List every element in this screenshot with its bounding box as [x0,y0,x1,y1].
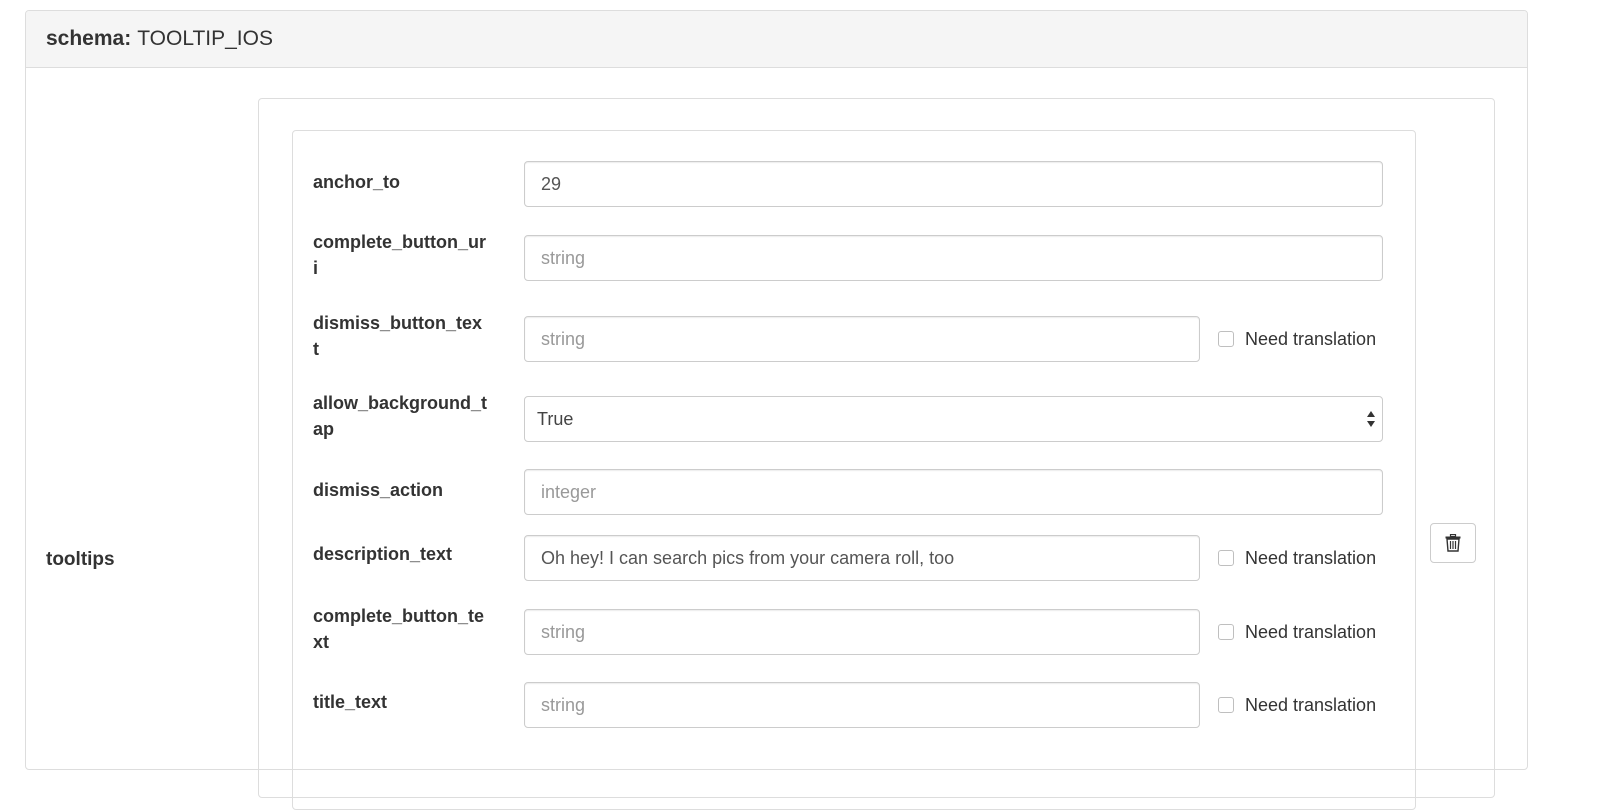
schema-panel: schema: TOOLTIP_IOS tooltips anchor_to c… [25,10,1528,810]
complete-button-text-input[interactable] [524,609,1200,655]
need-translation-toggle[interactable]: Need translation [1218,609,1376,655]
need-translation-checkbox[interactable] [1218,697,1234,713]
need-translation-toggle[interactable]: Need translation [1218,535,1376,581]
trash-icon [1445,534,1461,552]
need-translation-checkbox[interactable] [1218,624,1234,640]
tooltip-item: anchor_to complete_button_uri dismiss_bu… [292,130,1416,810]
schema-value: TOOLTIP_IOS [137,27,273,50]
field-label: description_text [313,544,453,564]
need-translation-label: Need translation [1245,547,1377,568]
need-translation-toggle[interactable]: Need translation [1218,682,1376,728]
select-value: True [537,408,574,429]
schema-key: schema: [46,27,132,50]
field-label: anchor_to [313,172,401,192]
field-label: dismiss_button_text [313,313,483,359]
need-translation-checkbox[interactable] [1218,331,1234,347]
field-label: complete_button_uri [313,232,487,278]
field-label: dismiss_action [313,480,444,500]
dismiss-button-text-input[interactable] [524,316,1200,362]
section-label-tooltips: tooltips [46,549,115,570]
need-translation-checkbox[interactable] [1218,550,1234,566]
dismiss-action-input[interactable] [524,469,1383,515]
description-text-input[interactable] [524,535,1200,581]
field-label: allow_background_tap [313,393,488,439]
anchor-to-input[interactable] [524,161,1383,207]
allow-background-tap-select[interactable]: True [524,396,1383,442]
select-arrows-icon [1367,411,1375,427]
field-label: complete_button_text [313,606,485,652]
complete-button-uri-input[interactable] [524,235,1383,281]
need-translation-label: Need translation [1245,621,1377,642]
need-translation-label: Need translation [1245,694,1377,715]
panel-heading: schema: TOOLTIP_IOS [26,11,1527,68]
delete-item-button[interactable] [1430,523,1476,563]
need-translation-label: Need translation [1245,328,1377,349]
need-translation-toggle[interactable]: Need translation [1218,316,1376,362]
field-label: title_text [313,692,388,712]
title-text-input[interactable] [524,682,1200,728]
tooltips-array-container: anchor_to complete_button_uri dismiss_bu… [258,98,1495,810]
